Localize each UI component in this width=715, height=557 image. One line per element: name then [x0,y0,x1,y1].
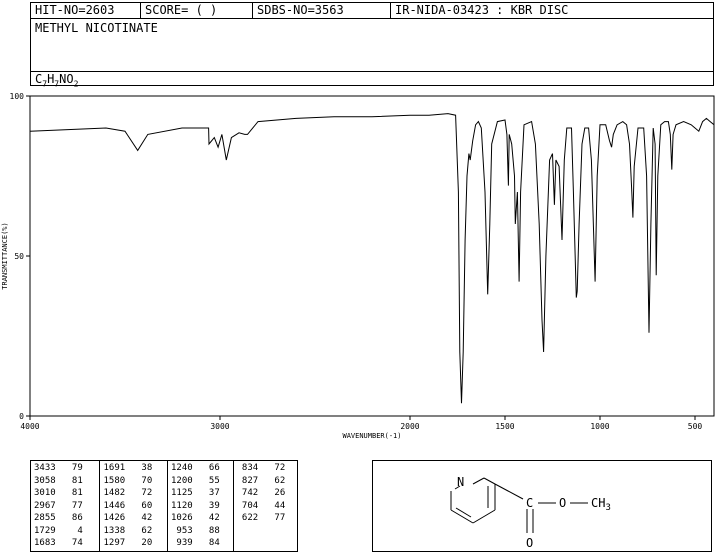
peak-row: 939 84 [170,538,220,548]
spectrum-header: HIT-NO=2603 SCORE= ( ) SDBS-NO=3563 IR-N… [30,2,714,88]
peak-row: 622 77 [236,513,286,523]
peak-row: 704 44 [236,500,286,511]
peak-row: 953 88 [170,525,220,536]
y-tick-label: 100 [10,92,25,101]
peak-row: 1120 39 [170,500,220,511]
y-tick-label: 0 [19,412,24,421]
peak-row: 1729 4 [34,525,83,536]
peak-row: 1482 72 [103,488,153,498]
peak-row: 1125 37 [170,488,220,498]
structure-diagram: N C O CH3 O [450,475,611,550]
peak-row: 742 26 [236,488,286,498]
peak-row: 1297 20 [103,538,153,548]
hit-number: HIT-NO=2603 [31,3,141,18]
spectrum-line [29,113,715,404]
methyl-label: CH3 [591,496,611,513]
peak-row: 1683 74 [34,538,83,548]
x-tick-label: 1500 [495,422,514,431]
peak-row: 3010 81 [34,488,83,498]
peak-row: 827 62 [236,475,286,486]
ester-bond [494,483,524,500]
peak-row: 3058 81 [34,475,83,486]
peak-row: 2967 77 [34,500,83,511]
carbon-label: C [526,496,533,510]
molecular-formula: C7H7NO2 [31,71,713,88]
ir-spectrum-chart: 0 50 100 4000 3000 2000 1500 1000 500 WAVENUMBER(… [1,92,715,440]
peak-column: 1691 38 1580 70 1482 72 1446 60 1426 42 1338 … [100,461,168,551]
peak-column: 1240 66 1200 55 1125 37 1120 39 1026 42 953 … [168,461,234,551]
ring-bond [472,477,485,485]
y-tick-label: 50 [14,252,24,261]
compound-name: METHYL NICOTINATE [35,21,158,35]
score: SCORE= ( ) [141,3,253,18]
peak-row: 1200 55 [170,475,220,486]
x-tick-label: 3000 [210,422,229,431]
peak-table: 3433 79 3058 81 3010 81 2967 77 2855 86 1729 … [30,460,298,552]
x-tick-label: 1000 [590,422,609,431]
peak-row: 834 72 [236,463,286,473]
ring-double-bond [455,507,472,518]
peak-row: 1338 62 [103,525,153,536]
x-tick-label: 4000 [20,422,39,431]
x-axis-label: WAVENUMBER(-1) [342,432,401,440]
sdbs-number: SDBS-NO=3563 [253,3,391,18]
x-tick-label: 500 [688,422,703,431]
ring-bond [472,509,496,524]
ring-bond [483,477,496,485]
peak-row: 2855 86 [34,513,83,523]
peak-column: 834 72 827 62 742 26 704 44 622 77 [234,461,298,551]
peak-row: 1026 42 [170,513,220,523]
peak-column: 3433 79 3058 81 3010 81 2967 77 2855 86 1729 … [31,461,101,551]
ring-nitrogen-label: N [457,475,464,489]
peak-row: 1580 70 [103,475,153,486]
oxygen-label: O [559,496,566,510]
header-row: HIT-NO=2603 SCORE= ( ) SDBS-NO=3563 IR-N… [31,3,713,19]
peak-row: 1240 66 [170,463,220,473]
peak-row: 1426 42 [103,513,153,523]
ir-identifier: IR-NIDA-03423 : KBR DISC [395,3,569,17]
carbonyl-oxygen-label: O [526,536,533,550]
y-axis-label: TRANSMITTANCE(%) [1,222,9,289]
plot-frame [29,95,715,417]
molecular-structure: N C O CH3 O [372,460,712,552]
x-tick-label: 2000 [400,422,419,431]
peak-row: 3433 79 [34,463,83,473]
peak-row: 1446 60 [103,500,153,511]
peak-row: 1691 38 [103,463,153,473]
